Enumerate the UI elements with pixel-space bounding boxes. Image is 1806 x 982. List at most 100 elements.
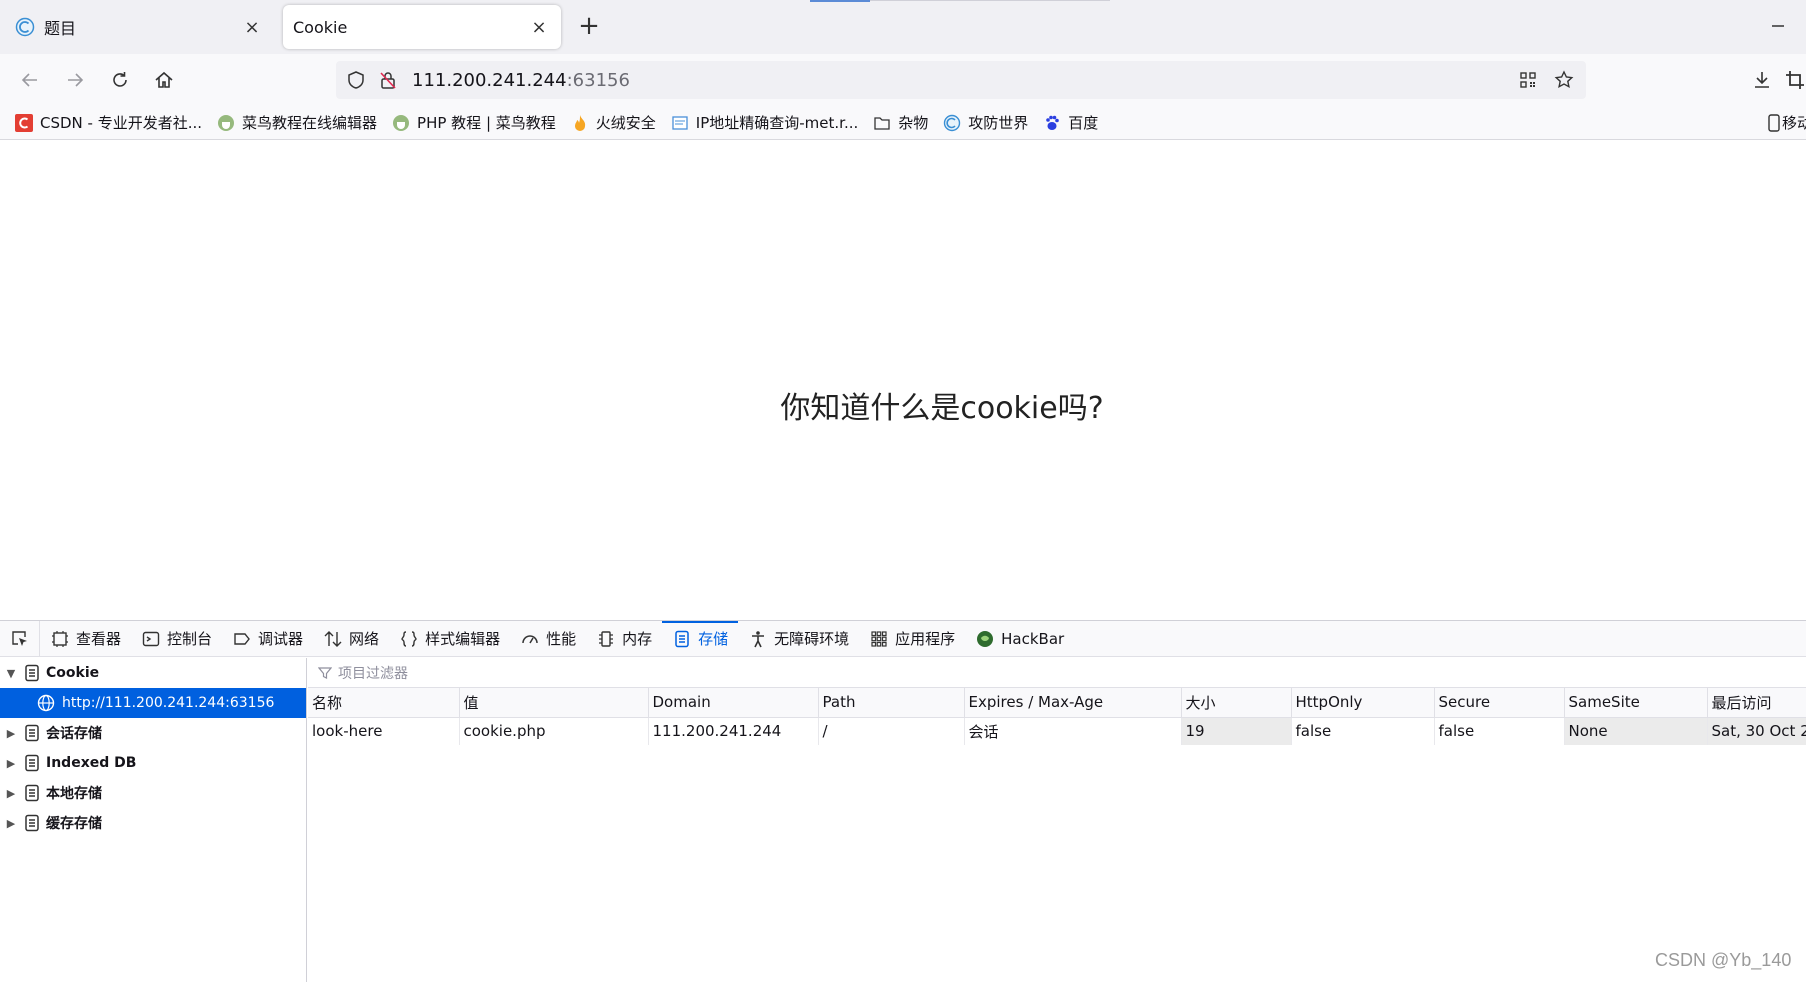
performance-icon bbox=[520, 629, 540, 649]
close-icon[interactable]: × bbox=[527, 15, 551, 39]
close-icon[interactable]: × bbox=[240, 15, 264, 39]
cell-last-accessed[interactable]: Sat, 30 Oct 20 bbox=[1707, 717, 1806, 745]
collapsed-triangle-icon[interactable]: ▶ bbox=[0, 787, 22, 800]
cell-httponly[interactable]: false bbox=[1291, 717, 1435, 745]
tab-strip-accent bbox=[810, 0, 870, 2]
column-header-samesite[interactable]: SameSite bbox=[1564, 688, 1708, 718]
bookmark-label: 菜鸟教程在线编辑器 bbox=[242, 114, 378, 132]
column-header-value[interactable]: 值 bbox=[459, 688, 649, 718]
bookmark-star-icon[interactable] bbox=[1552, 68, 1576, 92]
bookmark-ip-query[interactable]: IP地址精确查询-met.r... bbox=[670, 112, 858, 133]
bookmark-runoob-php[interactable]: PHP 教程 | 菜鸟教程 bbox=[391, 112, 556, 133]
devtools-tab-network[interactable]: 网络 bbox=[313, 621, 389, 657]
tree-item-cookie[interactable]: ▼ Cookie bbox=[0, 658, 306, 688]
table-row[interactable]: look-here cookie.php 111.200.241.244 / 会… bbox=[308, 717, 1806, 745]
column-header-domain[interactable]: Domain bbox=[648, 688, 819, 718]
url-port: :63156 bbox=[566, 69, 630, 91]
column-header-last-accessed[interactable]: 最后访问 bbox=[1707, 688, 1806, 718]
tree-item-label: http://111.200.241.244:63156 bbox=[62, 695, 275, 711]
tree-item-session-storage[interactable]: ▶ 会话存储 bbox=[0, 718, 306, 748]
devtools-tab-accessibility[interactable]: 无障碍环境 bbox=[738, 621, 859, 657]
qr-code-icon[interactable] bbox=[1516, 68, 1540, 92]
devtools-tab-debugger[interactable]: 调试器 bbox=[222, 621, 313, 657]
watermark: CSDN @Yb_140 bbox=[1655, 950, 1792, 970]
column-header-size[interactable]: 大小 bbox=[1181, 688, 1292, 718]
back-icon[interactable] bbox=[16, 66, 44, 94]
new-tab-button[interactable]: + bbox=[574, 12, 604, 42]
cell-path[interactable]: / bbox=[818, 717, 965, 745]
runoob-icon bbox=[216, 113, 236, 133]
network-icon bbox=[323, 629, 343, 649]
devtools-tab-memory[interactable]: 内存 bbox=[586, 621, 662, 657]
items-filter-input[interactable]: 项目过滤器 bbox=[308, 658, 1806, 688]
application-icon bbox=[869, 629, 889, 649]
forward-icon[interactable] bbox=[61, 66, 89, 94]
tab-cookie[interactable]: Cookie × bbox=[283, 5, 561, 49]
globe-icon bbox=[14, 16, 36, 38]
style-editor-icon bbox=[399, 629, 419, 649]
storage-icon bbox=[22, 663, 42, 683]
crop-icon[interactable] bbox=[1784, 66, 1806, 94]
storage-tree: ▼ Cookie http://111.200.241.244:63156 ▶ … bbox=[0, 658, 307, 982]
collapsed-triangle-icon[interactable]: ▶ bbox=[0, 757, 22, 770]
devtools-tab-style-editor[interactable]: 样式编辑器 bbox=[389, 621, 510, 657]
element-picker-icon[interactable] bbox=[0, 620, 40, 657]
column-header-secure[interactable]: Secure bbox=[1434, 688, 1565, 718]
expanded-triangle-icon[interactable]: ▼ bbox=[0, 667, 22, 680]
tree-item-local-storage[interactable]: ▶ 本地存储 bbox=[0, 778, 306, 808]
url-bar[interactable]: 111.200.241.244:63156 bbox=[336, 61, 1586, 99]
column-header-path[interactable]: Path bbox=[818, 688, 965, 718]
shield-icon[interactable] bbox=[344, 68, 368, 92]
devtools-tab-console[interactable]: 控制台 bbox=[131, 621, 222, 657]
cell-name[interactable]: look-here bbox=[308, 717, 460, 745]
column-header-name[interactable]: 名称 bbox=[308, 688, 460, 718]
bookmark-baidu[interactable]: 百度 bbox=[1042, 112, 1098, 133]
bookmark-csdn[interactable]: CSDN - 专业开发者社... bbox=[14, 112, 202, 133]
hackbar-icon bbox=[975, 629, 995, 649]
tab-strip: 题目 × Cookie × + bbox=[0, 0, 1806, 54]
cell-value[interactable]: cookie.php bbox=[459, 717, 649, 745]
url-text[interactable]: 111.200.241.244:63156 bbox=[412, 70, 630, 91]
bookmark-label: 火绒安全 bbox=[595, 114, 656, 132]
page-content: 你知道什么是cookie吗? bbox=[0, 141, 1806, 619]
bookmark-mobile[interactable]: 移动 bbox=[1768, 112, 1806, 133]
insecure-lock-icon[interactable] bbox=[376, 68, 400, 92]
devtools-tab-application[interactable]: 应用程序 bbox=[859, 621, 965, 657]
download-icon[interactable] bbox=[1748, 66, 1776, 94]
devtools-tab-performance[interactable]: 性能 bbox=[510, 621, 586, 657]
storage-icon bbox=[22, 783, 42, 803]
devtools-tab-label: 查看器 bbox=[76, 630, 122, 648]
column-header-httponly[interactable]: HttpOnly bbox=[1291, 688, 1435, 718]
cell-samesite[interactable]: None bbox=[1564, 717, 1708, 745]
home-icon[interactable] bbox=[150, 66, 178, 94]
collapsed-triangle-icon[interactable]: ▶ bbox=[0, 727, 22, 740]
reload-icon[interactable] bbox=[106, 66, 134, 94]
bookmark-folder-zawu[interactable]: 杂物 bbox=[872, 112, 928, 133]
bookmark-label: 攻防世界 bbox=[968, 114, 1029, 132]
column-header-expires[interactable]: Expires / Max-Age bbox=[964, 688, 1182, 718]
cell-expires[interactable]: 会话 bbox=[964, 717, 1182, 745]
cell-secure[interactable]: false bbox=[1434, 717, 1565, 745]
devtools-toolbar: 查看器 控制台 调试器 网络 样式编辑器 性能 内存 存储 无障碍环境 应用程序… bbox=[0, 620, 1806, 657]
inspector-icon bbox=[50, 629, 70, 649]
tree-item-indexed-db[interactable]: ▶ Indexed DB bbox=[0, 748, 306, 778]
bookmark-runoob-editor[interactable]: 菜鸟教程在线编辑器 bbox=[216, 112, 377, 133]
minimize-icon[interactable] bbox=[1766, 14, 1790, 38]
tab-strip-divider bbox=[870, 0, 1110, 1]
tab-timu[interactable]: 题目 × bbox=[4, 5, 274, 49]
cell-domain[interactable]: 111.200.241.244 bbox=[648, 717, 819, 745]
devtools-tab-label: HackBar bbox=[1001, 629, 1065, 648]
tree-item-cache-storage[interactable]: ▶ 缓存存储 bbox=[0, 808, 306, 838]
devtools-tab-inspector[interactable]: 查看器 bbox=[40, 621, 131, 657]
devtools-tab-storage[interactable]: 存储 bbox=[662, 620, 739, 657]
tree-item-label: 本地存储 bbox=[46, 786, 102, 802]
devtools-tab-hackbar[interactable]: HackBar bbox=[965, 621, 1074, 657]
tree-item-cookie-host[interactable]: http://111.200.241.244:63156 bbox=[0, 688, 306, 718]
bookmark-label: IP地址精确查询-met.r... bbox=[695, 114, 859, 132]
bookmark-label: 百度 bbox=[1068, 114, 1099, 132]
collapsed-triangle-icon[interactable]: ▶ bbox=[0, 817, 22, 830]
bookmark-gongfang[interactable]: 攻防世界 bbox=[942, 112, 1028, 133]
bookmark-huorong[interactable]: 火绒安全 bbox=[570, 112, 656, 133]
devtools-panel: 查看器 控制台 调试器 网络 样式编辑器 性能 内存 存储 无障碍环境 应用程序… bbox=[0, 620, 1806, 982]
cell-size[interactable]: 19 bbox=[1181, 717, 1292, 745]
